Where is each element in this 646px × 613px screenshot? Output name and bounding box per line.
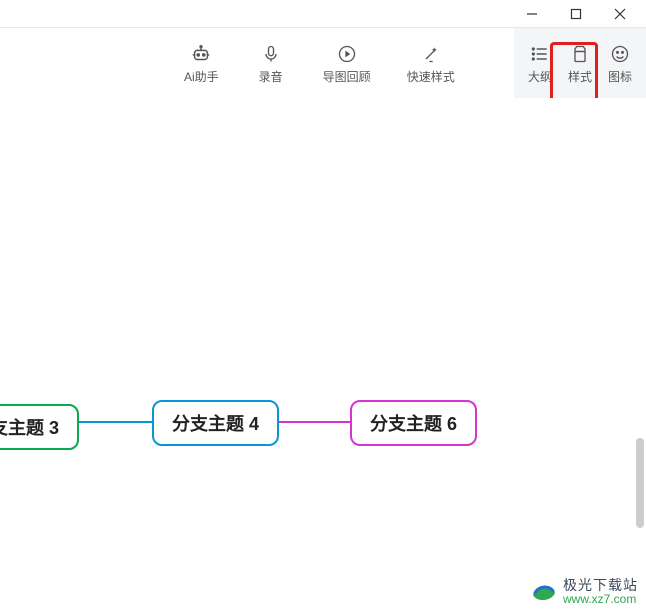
robot-icon [190,42,212,66]
node-label: 分支主题 4 [172,414,259,434]
minimize-button[interactable] [510,0,554,28]
icon-panel-button[interactable]: 图标 [600,38,640,89]
tool-label: Ai助手 [184,68,219,85]
watermark: 极光下载站 www.xz7.com [529,577,638,607]
tool-label: 快速样式 [407,68,455,85]
vertical-scrollbar[interactable] [632,98,646,553]
outline-panel-button[interactable]: 大纲 [520,38,560,89]
outline-icon [530,42,550,66]
wand-icon [421,42,441,66]
style-icon [570,42,590,66]
mindmap-node[interactable]: 支主题 3 [0,404,79,450]
tool-label: 图标 [608,68,632,85]
mindmap-node[interactable]: 分支主题 6 [350,400,477,446]
node-connectors [0,98,646,613]
close-button[interactable] [598,0,642,28]
mindmap-canvas[interactable]: 支主题 3 分支主题 4 分支主题 6 [0,98,646,613]
maximize-button[interactable] [554,0,598,28]
ai-assistant-button[interactable]: Ai助手 [180,38,223,89]
toolbar-left-group: Ai助手 录音 导图回顾 [0,38,459,89]
watermark-title: 极光下载站 [563,578,638,593]
emoji-icon [610,42,630,66]
watermark-text: 极光下载站 www.xz7.com [563,578,638,607]
mic-icon [261,42,281,66]
style-panel-button[interactable]: 样式 [560,38,600,89]
record-button[interactable]: 录音 [251,38,291,89]
quick-style-button[interactable]: 快速样式 [403,38,459,89]
tool-label: 样式 [568,68,592,85]
scrollbar-thumb[interactable] [636,438,644,528]
tool-label: 导图回顾 [323,68,371,85]
mindmap-node[interactable]: 分支主题 4 [152,400,279,446]
tool-label: 大纲 [528,68,552,85]
tool-label: 录音 [259,68,283,85]
toolbar-right-group: 大纲 样式 图标 [514,28,646,98]
window-titlebar [0,0,646,28]
map-review-button[interactable]: 导图回顾 [319,38,375,89]
node-label: 分支主题 6 [370,414,457,434]
node-label: 支主题 3 [0,418,59,438]
main-toolbar: Ai助手 录音 导图回顾 [0,28,646,98]
play-icon [337,42,357,66]
watermark-logo-icon [529,577,559,607]
watermark-url: www.xz7.com [563,593,638,606]
